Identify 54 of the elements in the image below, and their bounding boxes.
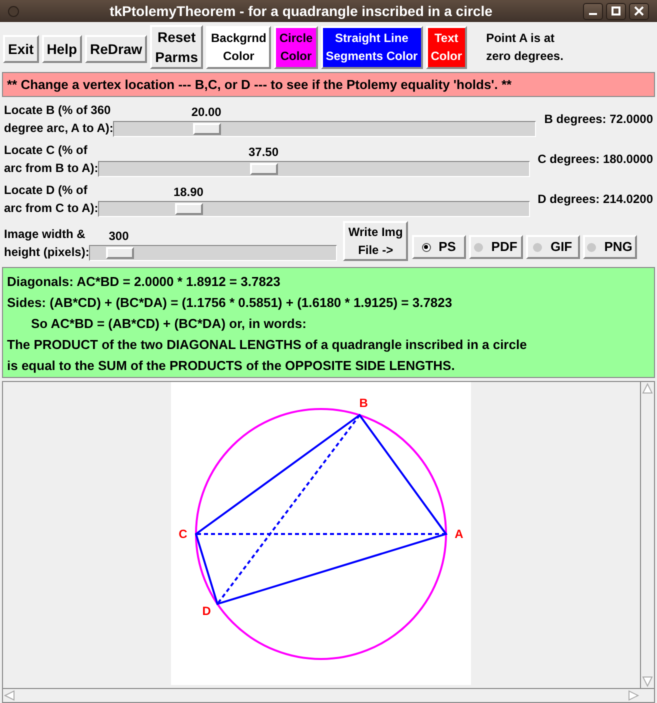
result-line: So AC*BD = (AB*CD) + (BC*DA) or, in words: — [30, 315, 308, 333]
slider-label: Locate C (% of arc from B to A): — [4, 142, 98, 177]
down-arrow-icon — [641, 675, 654, 688]
result-line: Sides: (AB*CD) + (BC*DA) = (1.1756 * 0.5851) + (1.6180 * 1.9125) = 3.7823 — [7, 294, 454, 312]
result-line: The PRODUCT of the two DIAGONAL LENGTHS of a quadrangle inscribed in a circle — [7, 336, 528, 354]
vertex-label: D — [202, 604, 211, 618]
slider-reading: B degrees: 72.0000 — [543, 111, 653, 128]
toolbar-button[interactable]: Reset Parms — [150, 25, 203, 69]
vertex-label: C — [178, 527, 188, 541]
slider-track[interactable] — [113, 121, 536, 137]
toolbar-button[interactable]: ReDraw — [85, 35, 148, 63]
slider-value: 37.50 — [248, 144, 278, 161]
close-icon[interactable] — [629, 2, 649, 20]
color-button[interactable]: Circle Color — [274, 26, 318, 68]
slider-value: 300 — [108, 228, 129, 245]
slider-label: Locate D (% of arc from C to A): — [4, 182, 98, 217]
minimize-icon[interactable] — [583, 2, 603, 20]
format-radio[interactable]: PS — [412, 235, 466, 259]
slider-thumb[interactable] — [106, 247, 134, 259]
format-radio[interactable]: GIF — [526, 235, 580, 259]
slider-track[interactable] — [98, 201, 530, 217]
horizontal-scrollbar[interactable] — [3, 688, 654, 702]
format-radio[interactable]: PDF — [468, 235, 523, 259]
slider-reading: D degrees: 214.0200 — [536, 191, 653, 208]
slider-value: 20.00 — [191, 104, 222, 121]
slider-track[interactable] — [98, 161, 530, 177]
slider-label: Image width & height (pixels): — [4, 226, 90, 261]
slider-value: 18.90 — [173, 184, 204, 201]
color-button[interactable]: Backgrnd Color — [206, 26, 272, 68]
color-button[interactable]: Text Color — [426, 26, 468, 68]
left-arrow-icon — [3, 689, 16, 702]
up-arrow-icon — [641, 382, 654, 395]
note-text: Point A is at zero degrees. — [486, 30, 564, 65]
color-button[interactable]: Straight Line Segments Color — [320, 26, 423, 68]
vertex-label: B — [359, 396, 368, 410]
right-arrow-icon — [627, 689, 640, 702]
toolbar-button[interactable]: Exit — [3, 35, 39, 63]
write-image-button[interactable]: Write Img File -> — [343, 221, 408, 261]
result-line: is equal to the SUM of the PRODUCTS of the OPPOSITE SIDE LENGTHS. — [7, 357, 456, 375]
maximize-icon[interactable] — [606, 2, 626, 20]
slider-thumb[interactable] — [192, 123, 221, 135]
slider-thumb[interactable] — [250, 163, 278, 175]
toolbar-button[interactable]: Help — [42, 35, 82, 63]
slider-thumb[interactable] — [175, 203, 204, 215]
format-radio[interactable]: PNG — [582, 235, 637, 259]
window-title: tkPtolemyTheorem - for a quadrangle inscribed in a circle — [108, 2, 494, 21]
vertical-scrollbar[interactable] — [640, 382, 654, 688]
slider-label: Locate B (% of 360 degree arc, A to A): — [4, 102, 114, 137]
slider-reading: C degrees: 180.0000 — [536, 151, 653, 168]
slider-track[interactable] — [89, 245, 338, 261]
window-menu-icon[interactable] — [8, 6, 19, 16]
vertex-label: A — [454, 527, 464, 541]
result-line: Diagonals: AC*BD = 2.0000 * 1.8912 = 3.7823 — [7, 273, 282, 291]
banner: ** Change a vertex location --- B,C, or D --- to see if the Ptolemy equality 'holds'. ** — [2, 72, 655, 97]
